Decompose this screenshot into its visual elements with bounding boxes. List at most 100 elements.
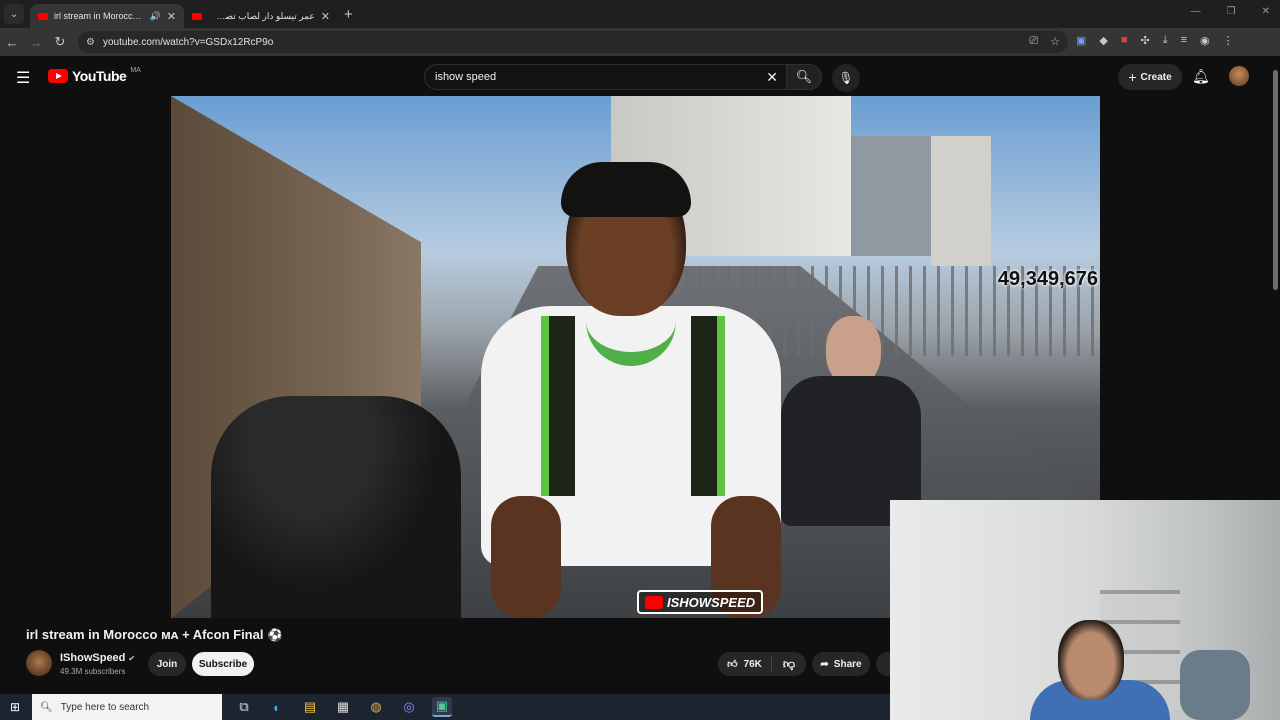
kebab-menu-icon[interactable]: ⋮: [1223, 34, 1234, 47]
verified-badge-icon: ✔: [128, 654, 136, 663]
share-arrow-icon: ➦: [820, 658, 829, 670]
thumbs-up-icon: 👍︎: [727, 659, 738, 670]
scene-backpack-strap: [691, 316, 725, 496]
new-tab-button[interactable]: +: [344, 6, 353, 23]
red-extension-icon[interactable]: ■: [1121, 34, 1128, 47]
puzzle-extensions-icon[interactable]: ✣: [1141, 34, 1150, 47]
close-window-button[interactable]: ✕: [1262, 6, 1270, 17]
join-button[interactable]: Join: [148, 652, 186, 676]
voice-search-button[interactable]: 🎙︎: [832, 64, 860, 92]
hamburger-menu-icon[interactable]: ☰: [16, 68, 30, 88]
create-button[interactable]: + Create: [1118, 64, 1182, 90]
speaker-icon[interactable]: 🔊: [150, 11, 161, 22]
address-toolbar: ← → ↻ ⚙ youtube.com/watch?v=GSDx12RcP9o …: [0, 28, 1280, 56]
scene-arm: [491, 496, 561, 618]
like-button[interactable]: 👍︎ 76K: [718, 656, 772, 672]
tab-youtube-stream[interactable]: irl stream in Morocco ᴍᴀ + Afcon Final 🔊…: [30, 4, 184, 28]
taskbar-search-placeholder: Type here to search: [60, 701, 150, 713]
country-code: MA: [130, 66, 141, 74]
plus-icon: +: [1128, 69, 1137, 85]
youtube-play-icon: [645, 595, 663, 609]
microsoft-store-icon[interactable]: ▦: [333, 697, 353, 717]
media-control-icon[interactable]: ≡: [1181, 34, 1187, 47]
close-tab-icon[interactable]: ✕: [167, 10, 176, 23]
task-view-icon[interactable]: ⧉: [234, 697, 254, 717]
subscriber-count: 49.3M subscribers: [60, 667, 126, 676]
scene-hair: [561, 162, 691, 217]
tab-title: irl stream in Morocco ᴍᴀ + Afcon Final: [54, 11, 144, 21]
omnibox[interactable]: ⚙ youtube.com/watch?v=GSDx12RcP9o ⎚ ☆: [78, 31, 1068, 53]
search-icon: 🔍︎: [795, 69, 813, 84]
close-tab-icon[interactable]: ✕: [321, 10, 330, 23]
chrome-icon[interactable]: ◍: [366, 697, 386, 717]
youtube-favicon-icon: [192, 12, 202, 20]
profile-icon[interactable]: ◉: [1200, 34, 1210, 47]
scene-person-left: [211, 396, 461, 618]
video-title-text: irl stream in Morocco ᴍᴀ + Afcon Final: [26, 627, 264, 642]
scene-streamer: [471, 162, 791, 618]
clip-button[interactable]: [876, 652, 890, 676]
youtube-wordmark: YouTube: [72, 68, 127, 84]
active-app-icon[interactable]: ▣: [432, 697, 452, 717]
tab-title: عمر تيسلو دار لصاب تصب | الريح: [208, 10, 315, 21]
search-icon: 🔍︎: [40, 701, 53, 713]
microphone-icon: 🎙︎: [838, 71, 854, 85]
window-controls: — ❐ ✕: [1191, 6, 1270, 17]
youtube-header: ☰ YouTube MA ishow speed ✕ 🔍︎ 🎙︎ + Creat…: [0, 56, 1280, 96]
search-button[interactable]: 🔍︎: [786, 64, 822, 90]
youtube-favicon-icon: [38, 12, 48, 20]
taskbar-apps: ⧉ ◐ ▤ ▦ ◍ ◎ ▣: [234, 697, 452, 717]
stream-chat-overlay: [974, 106, 1094, 196]
file-explorer-icon[interactable]: ▤: [300, 697, 320, 717]
like-dislike-group: 👍︎ 76K 👎︎: [718, 652, 806, 676]
windows-start-icon[interactable]: ⊞: [0, 700, 30, 714]
windows-taskbar: ⊞ 🔍︎ Type here to search ⧉ ◐ ▤ ▦ ◍ ◎ ▣: [0, 694, 890, 720]
download-icon[interactable]: ⤓: [1163, 34, 1168, 47]
youtube-play-icon: [48, 69, 68, 83]
webcam-person-head: [1058, 620, 1124, 700]
bookmark-star-icon[interactable]: ☆: [1050, 35, 1060, 48]
channel-avatar[interactable]: [26, 650, 52, 676]
page-scrollbar[interactable]: [1271, 56, 1280, 500]
soccer-ball-icon: ⚽: [267, 628, 283, 642]
reload-icon[interactable]: ↻: [48, 34, 72, 50]
webcam-overlay: [890, 500, 1280, 720]
webcam-chair: [1180, 650, 1250, 720]
scene-building: [851, 136, 941, 256]
video-title: irl stream in Morocco ᴍᴀ + Afcon Final ⚽: [26, 627, 282, 642]
account-avatar[interactable]: [1229, 66, 1249, 86]
search-input[interactable]: ishow speed ✕: [424, 64, 788, 90]
taskbar-search-input[interactable]: 🔍︎ Type here to search: [32, 694, 222, 720]
cast-icon[interactable]: ⎚: [1029, 35, 1038, 48]
channel-watermark: ISHOWSPEED: [637, 590, 764, 614]
create-label: Create: [1140, 71, 1172, 83]
notifications-bell-icon[interactable]: 🔔︎: [1192, 68, 1210, 85]
back-arrow-icon[interactable]: ←: [0, 35, 24, 50]
forward-arrow-icon[interactable]: →: [24, 35, 48, 50]
diamond-extension-icon[interactable]: ◆: [1099, 34, 1107, 47]
scrollbar-thumb[interactable]: [1273, 70, 1278, 290]
maximize-button[interactable]: ❐: [1227, 6, 1236, 17]
search-query-text[interactable]: ishow speed: [435, 71, 496, 83]
subscribe-button[interactable]: Subscribe: [192, 652, 254, 676]
clear-search-icon[interactable]: ✕: [766, 69, 778, 86]
dislike-button[interactable]: 👎︎: [772, 657, 806, 672]
like-count: 76K: [743, 658, 762, 670]
tab-search-chevron-icon[interactable]: ⌄: [4, 4, 24, 24]
scene-person-right: [781, 316, 921, 526]
minimize-button[interactable]: —: [1191, 6, 1201, 17]
tab-second-video[interactable]: عمر تيسلو دار لصاب تصب | الريح ✕: [184, 4, 338, 28]
share-button[interactable]: ➦ Share: [812, 652, 870, 676]
omnibox-actions: ⎚ ☆: [1029, 35, 1060, 48]
edge-browser-icon[interactable]: ◐: [267, 697, 287, 717]
channel-name-text[interactable]: IShowSpeed: [60, 652, 125, 664]
extensions-area: ▣ ◆ ■ ✣ ⤓ ≡ ◉ ⋮: [1076, 34, 1234, 47]
translate-extension-icon[interactable]: ▣: [1076, 34, 1086, 47]
channel-name[interactable]: IShowSpeed ✔: [60, 652, 135, 664]
url-text[interactable]: youtube.com/watch?v=GSDx12RcP9o: [103, 37, 273, 48]
youtube-logo[interactable]: YouTube MA: [48, 66, 141, 84]
site-info-icon[interactable]: ⚙: [86, 37, 95, 48]
watermark-text: ISHOWSPEED: [667, 594, 756, 610]
share-label: Share: [833, 658, 862, 670]
discord-icon[interactable]: ◎: [399, 697, 419, 717]
